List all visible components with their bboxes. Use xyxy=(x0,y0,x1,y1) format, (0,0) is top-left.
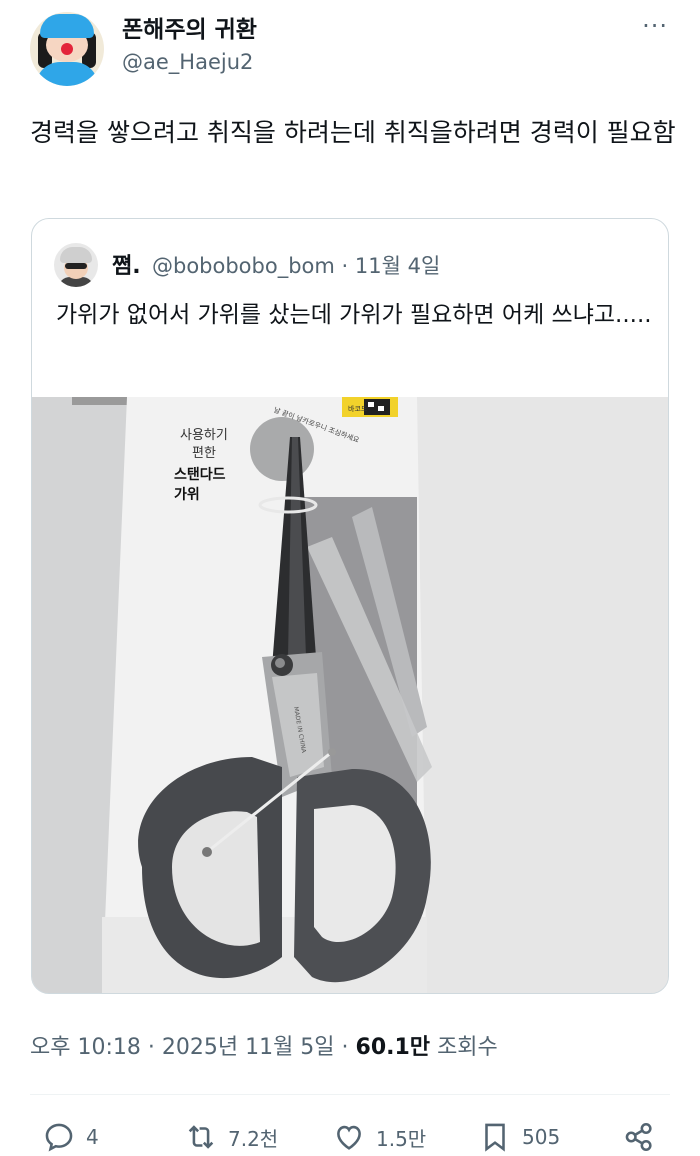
share-button[interactable] xyxy=(622,1120,656,1154)
timestamp-separator-1: · xyxy=(140,1035,162,1060)
bookmark-count: 505 xyxy=(522,1125,561,1149)
author-display-name[interactable]: 폰해주의 귀환 xyxy=(122,10,257,44)
quote-author-avatar xyxy=(54,243,98,287)
like-count: 1.5만 xyxy=(376,1126,427,1151)
bookmark-button[interactable]: 505 xyxy=(478,1120,560,1154)
scissors-photo: 바코드 날 끝이 날카로우니 조심하세요 사용하기 편한 스탠다드 가위 MAD… xyxy=(32,397,668,993)
package-text-1: 사용하기 xyxy=(180,428,228,443)
package-text-2: 편한 xyxy=(192,446,216,461)
reply-button[interactable]: 4 xyxy=(42,1120,99,1154)
tweet-text: 경력을 쌓으려고 취직을 하려는데 취직을하려면 경력이 필요함 xyxy=(30,118,676,147)
author-handle[interactable]: @ae_Haeju2 xyxy=(122,50,253,74)
views-label: 조회수 xyxy=(437,1035,498,1060)
bookmark-icon xyxy=(485,1123,505,1152)
retweet-count: 7.2천 xyxy=(228,1126,279,1151)
package-text-3: 스탠다드 xyxy=(174,466,226,483)
retweet-icon xyxy=(188,1125,214,1149)
retweet-button[interactable]: 7.2천 xyxy=(184,1120,278,1154)
quote-date: 11월 4일 xyxy=(354,254,441,278)
timestamp-date[interactable]: 2025년 11월 5일 xyxy=(162,1035,335,1060)
reply-count: 4 xyxy=(86,1125,99,1149)
package-tag-text: 바코드 xyxy=(348,404,368,413)
action-bar-divider xyxy=(30,1094,670,1095)
share-icon xyxy=(625,1122,652,1152)
quote-author-display-name: 쪔. xyxy=(112,254,141,279)
quote-text: 가위가 없어서 가위를 샀는데 가위가 필요하면 어케 쓰냐고..... xyxy=(56,302,652,328)
timestamp-time[interactable]: 오후 10:18 xyxy=(30,1035,141,1060)
heart-icon xyxy=(337,1125,361,1150)
reply-icon xyxy=(45,1123,73,1152)
quote-separator: · xyxy=(334,254,355,278)
more-options-icon[interactable]: ··· xyxy=(642,12,668,40)
quote-photo[interactable]: 바코드 날 끝이 날카로우니 조심하세요 사용하기 편한 스탠다드 가위 MAD… xyxy=(32,397,668,993)
package-text-4: 가위 xyxy=(174,487,200,503)
like-button[interactable]: 1.5만 xyxy=(332,1120,426,1154)
quote-author-meta: @bobobobo_bom · 11월 4일 xyxy=(152,250,440,280)
quoted-tweet[interactable]: 쪔. @bobobobo_bom · 11월 4일 가위가 없어서 가위를 샀는… xyxy=(31,218,669,994)
timestamp-separator-2: · xyxy=(334,1035,356,1060)
tweet-timestamp: 오후 10:18 · 2025년 11월 5일 · 60.1만 조회수 xyxy=(30,1029,498,1061)
quote-author-handle: @bobobobo_bom xyxy=(152,254,335,278)
author-avatar[interactable] xyxy=(30,12,104,86)
views-count: 60.1만 xyxy=(355,1035,431,1060)
